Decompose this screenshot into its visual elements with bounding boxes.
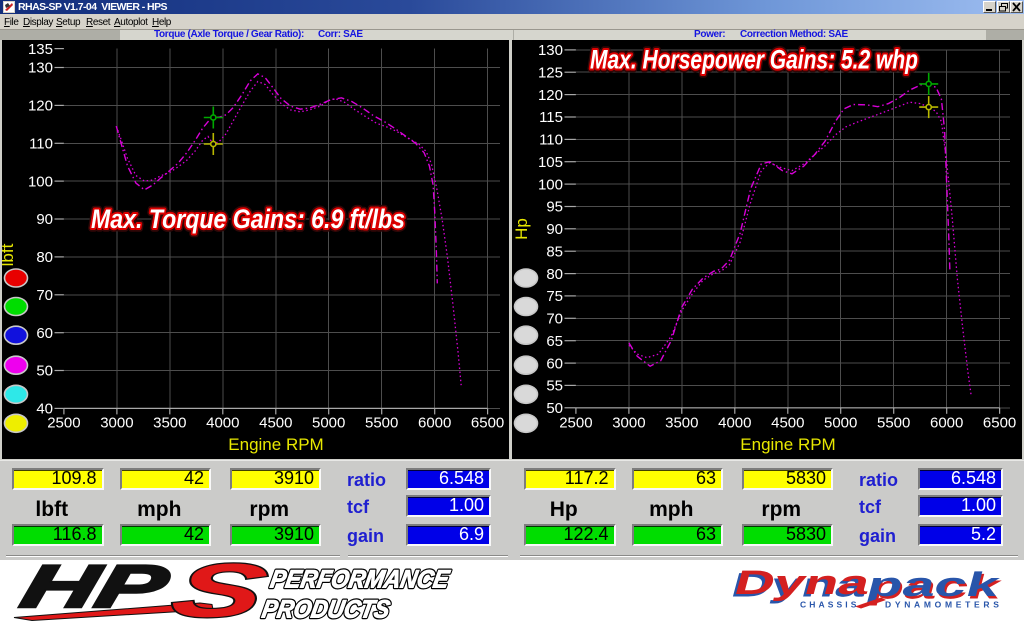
svg-text:5000: 5000 xyxy=(312,415,345,432)
svg-text:Hp: Hp xyxy=(512,218,531,240)
svg-text:65: 65 xyxy=(546,333,563,350)
svg-text:3000: 3000 xyxy=(612,415,645,432)
svg-text:Dyna: Dyna xyxy=(730,565,875,602)
svg-text:115: 115 xyxy=(539,109,563,126)
svg-text:S: S xyxy=(164,560,275,621)
svg-text:100: 100 xyxy=(538,176,563,193)
svg-text:6000: 6000 xyxy=(418,415,451,432)
svg-text:Max. Torque Gains: 6.9 ft/lbs: Max. Torque Gains: 6.9 ft/lbs xyxy=(91,204,405,234)
svg-text:110: 110 xyxy=(29,136,53,153)
svg-text:90: 90 xyxy=(36,211,53,228)
svg-text:Engine RPM: Engine RPM xyxy=(228,435,323,454)
svg-text:130: 130 xyxy=(28,60,53,77)
svg-text:pack: pack xyxy=(863,567,1005,604)
svg-text:Max. Horsepower Gains: 5.2 wh: Max. Horsepower Gains: 5.2 whp xyxy=(590,45,918,75)
svg-text:105: 105 xyxy=(538,154,563,171)
svg-text:2500: 2500 xyxy=(47,415,80,432)
svg-text:5500: 5500 xyxy=(365,415,398,432)
svg-text:135: 135 xyxy=(28,41,53,58)
svg-text:130: 130 xyxy=(538,42,563,59)
svg-text:3500: 3500 xyxy=(153,415,186,432)
svg-text:125: 125 xyxy=(538,65,563,82)
svg-text:85: 85 xyxy=(546,243,563,260)
svg-text:90: 90 xyxy=(546,221,563,238)
svg-text:4000: 4000 xyxy=(718,415,751,432)
svg-text:80: 80 xyxy=(36,249,53,266)
svg-text:3000: 3000 xyxy=(100,415,133,432)
svg-text:3500: 3500 xyxy=(665,415,698,432)
svg-text:100: 100 xyxy=(28,173,53,190)
svg-text:DYNAMOMETERS: DYNAMOMETERS xyxy=(885,600,1003,610)
svg-text:4500: 4500 xyxy=(259,415,292,432)
svg-text:110: 110 xyxy=(539,132,563,149)
svg-text:2500: 2500 xyxy=(559,415,592,432)
svg-text:75: 75 xyxy=(546,288,563,305)
svg-text:Engine RPM: Engine RPM xyxy=(740,435,835,454)
svg-text:70: 70 xyxy=(36,287,53,304)
svg-text:95: 95 xyxy=(546,199,563,216)
svg-text:CHASSIS: CHASSIS xyxy=(800,600,860,610)
svg-text:50: 50 xyxy=(36,363,53,380)
svg-text:60: 60 xyxy=(546,355,563,372)
svg-text:4500: 4500 xyxy=(771,415,804,432)
svg-text:6000: 6000 xyxy=(930,415,963,432)
svg-text:60: 60 xyxy=(36,325,53,342)
svg-text:PERFORMANCE: PERFORMANCE xyxy=(268,566,452,594)
svg-text:6500: 6500 xyxy=(983,415,1016,432)
svg-text:5500: 5500 xyxy=(877,415,910,432)
svg-text:lbft: lbft xyxy=(2,243,17,266)
svg-text:70: 70 xyxy=(546,311,563,328)
svg-text:55: 55 xyxy=(546,378,563,395)
svg-text:120: 120 xyxy=(28,98,53,115)
svg-text:6500: 6500 xyxy=(471,415,504,432)
svg-text:80: 80 xyxy=(546,266,563,283)
svg-text:120: 120 xyxy=(538,87,563,104)
svg-text:4000: 4000 xyxy=(206,415,239,432)
svg-text:5000: 5000 xyxy=(824,415,857,432)
svg-text:HP: HP xyxy=(15,560,175,620)
svg-text:PRODUCTS: PRODUCTS xyxy=(260,596,392,621)
